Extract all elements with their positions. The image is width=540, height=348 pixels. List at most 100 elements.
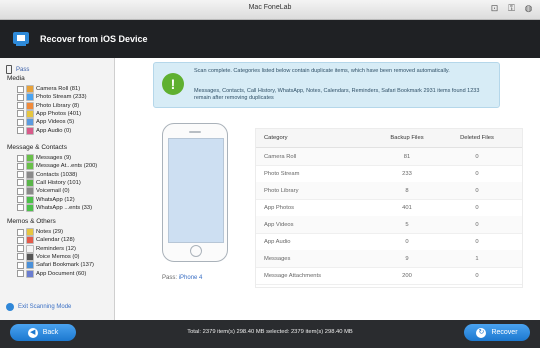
item-checkbox[interactable]: [17, 110, 24, 118]
sidebar-item-label: Notes (29): [36, 229, 64, 235]
table-row[interactable]: Messages 9 1: [256, 250, 522, 268]
cell-deleted: 0: [475, 188, 479, 194]
item-checkbox[interactable]: [17, 154, 24, 162]
category-icon: [26, 195, 34, 204]
cell-category: App Photos: [264, 205, 294, 211]
item-checkbox[interactable]: [17, 270, 24, 277]
sidebar-item[interactable]: App Audio (0): [17, 126, 71, 135]
device-illustration: [162, 123, 228, 262]
sidebar-item[interactable]: Camera Roll (81): [17, 85, 80, 93]
device-selector[interactable]: Pass: [6, 65, 29, 74]
exit-scanning-button[interactable]: Exit Scanning Mode: [6, 303, 71, 311]
category-icon: [26, 154, 34, 162]
item-checkbox[interactable]: [17, 171, 24, 179]
recover-button[interactable]: ↻ Recover: [464, 324, 530, 341]
item-checkbox[interactable]: [17, 85, 24, 93]
sidebar-item[interactable]: Photo Library (8): [17, 101, 79, 110]
item-checkbox[interactable]: [17, 236, 24, 244]
cart-icon[interactable]: ⊡: [489, 3, 500, 14]
table-row[interactable]: Message Attachments 200 0: [256, 267, 522, 285]
table-header: Category Backup Files Deleted Files: [256, 129, 522, 148]
sidebar-item-label: App Photos (401): [36, 110, 82, 117]
sidebar-item-label: Camera Roll (81): [36, 86, 81, 92]
sidebar-item[interactable]: Photo Stream (233): [17, 93, 87, 102]
sidebar-item[interactable]: App Document (60): [17, 269, 87, 278]
header-category: Category: [264, 135, 288, 141]
sidebar-item[interactable]: Calendar (128): [17, 236, 75, 245]
bottom-bar: ◀ Back Total: 2379 item(s) 298.40 MB sel…: [0, 320, 540, 348]
sidebar-item-label: Call History (101): [36, 179, 81, 186]
cell-backup: 401: [402, 205, 412, 211]
sidebar-item[interactable]: App Photos (401): [17, 109, 82, 118]
sidebar-item[interactable]: Messages (9): [17, 154, 71, 162]
item-checkbox[interactable]: [17, 162, 24, 170]
item-checkbox[interactable]: [17, 102, 24, 110]
sidebar-item[interactable]: App Videos (5): [17, 118, 75, 127]
sidebar-item[interactable]: Reminders (12): [17, 244, 76, 253]
category-icon: [26, 236, 34, 245]
category-icon: [26, 93, 34, 102]
cell-category: Photo Library: [264, 188, 299, 194]
recover-arrow-icon: ↻: [476, 327, 487, 338]
page-title: Recover from iOS Device: [40, 34, 148, 44]
sidebar-section-title: Media: [7, 75, 25, 82]
category-icon: [26, 187, 34, 196]
item-checkbox[interactable]: [17, 93, 24, 101]
checkmark-icon: !: [162, 73, 184, 95]
category-icon: [26, 228, 34, 236]
cell-deleted: 0: [475, 154, 479, 160]
item-checkbox[interactable]: [17, 196, 24, 203]
category-table: Category Backup Files Deleted Files Came…: [255, 128, 523, 288]
notice-line-1: Scan complete. Categories listed below c…: [194, 68, 450, 74]
category-icon: [26, 85, 34, 93]
key-icon[interactable]: ⚿: [506, 3, 517, 14]
cell-category: Photo Stream: [264, 171, 300, 177]
sidebar-item-label: App Document (60): [36, 270, 87, 277]
feedback-icon[interactable]: ◍: [523, 3, 534, 14]
category-icon: [26, 126, 34, 135]
cell-deleted: 0: [475, 273, 479, 279]
cell-deleted: 0: [475, 239, 479, 245]
category-icon: [26, 269, 34, 278]
table-row[interactable]: App Videos 5 0: [256, 216, 522, 234]
item-checkbox[interactable]: [17, 253, 24, 261]
sidebar-item-label: WhatsApp ...ents (33): [36, 204, 93, 211]
sidebar-item[interactable]: Call History (101): [17, 178, 81, 187]
item-checkbox[interactable]: [17, 204, 24, 212]
sidebar-item[interactable]: Voicemail (0): [17, 187, 70, 196]
sidebar-item-label: Safari Bookmark (137): [36, 262, 94, 269]
header-backup: Backup Files: [390, 135, 424, 141]
table-row[interactable]: App Photos 401 0: [256, 199, 522, 217]
cell-backup: 200: [402, 273, 412, 279]
cell-category: Message Attachments: [264, 273, 322, 279]
item-checkbox[interactable]: [17, 127, 24, 134]
cell-backup: 233: [402, 171, 412, 177]
notice-line-2: Messages, Contacts, Call History, WhatsA…: [194, 88, 480, 101]
table-row[interactable]: App Audio 0 0: [256, 233, 522, 251]
sidebar-item[interactable]: Notes (29): [17, 228, 63, 236]
sidebar-item[interactable]: Message At...ents (200): [17, 162, 97, 171]
recover-label: Recover: [491, 329, 518, 336]
sidebar-item[interactable]: Safari Bookmark (137): [17, 261, 94, 270]
total-summary: Total: 2379 item(s) 298.40 MB selected: …: [187, 329, 353, 335]
table-row[interactable]: Photo Stream 233 0: [256, 165, 522, 183]
category-icon: [26, 261, 34, 270]
table-row[interactable]: Photo Library 8 0: [256, 182, 522, 200]
sidebar-item[interactable]: WhatsApp (12): [17, 195, 75, 204]
item-checkbox[interactable]: [17, 179, 24, 187]
sidebar-item-label: Photo Stream (233): [36, 94, 87, 101]
item-checkbox[interactable]: [17, 228, 24, 236]
table-row[interactable]: Camera Roll 81 0: [256, 148, 522, 166]
sidebar-item-label: App Videos (5): [36, 119, 75, 126]
sidebar-item[interactable]: Voice Memos (0): [17, 252, 80, 261]
item-checkbox[interactable]: [17, 187, 24, 195]
sidebar-item[interactable]: WhatsApp ...ents (33): [17, 203, 93, 212]
titlebar-icons: ⊡ ⚿ ◍: [489, 3, 534, 14]
item-checkbox[interactable]: [17, 245, 24, 253]
sidebar-item[interactable]: Contacts (1038): [17, 170, 77, 179]
cell-backup: 81: [403, 154, 411, 160]
item-checkbox[interactable]: [17, 261, 24, 269]
item-checkbox[interactable]: [17, 118, 24, 126]
sidebar-item-label: WhatsApp (12): [36, 196, 75, 203]
phone-icon: [6, 65, 12, 74]
